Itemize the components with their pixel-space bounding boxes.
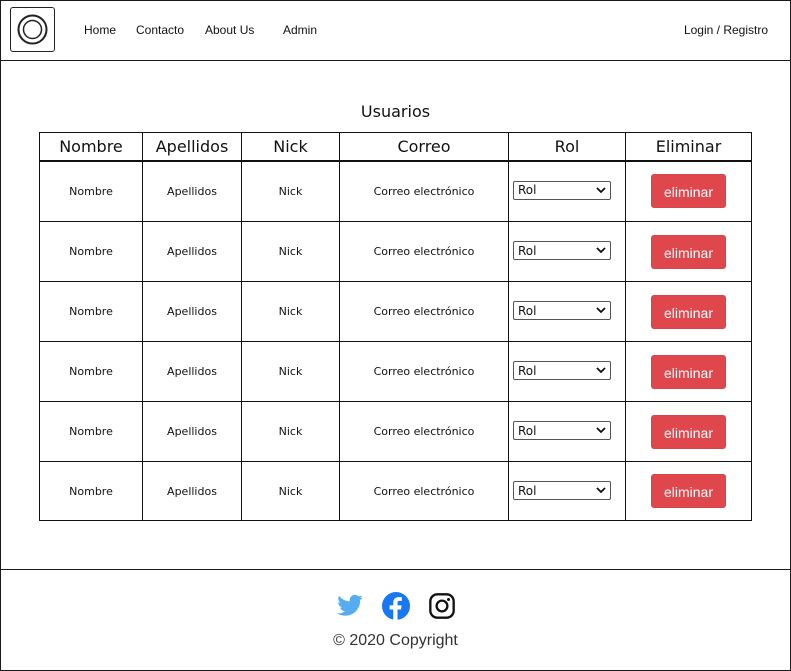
cell-eliminar: eliminar	[625, 281, 752, 342]
rol-select-value: Rol	[518, 303, 537, 318]
cell-rol: Rol	[508, 401, 626, 462]
cell-correo: Correo electrónico	[339, 341, 509, 402]
cell-correo: Correo electrónico	[339, 401, 509, 462]
column-header-eliminar: Eliminar	[625, 132, 752, 162]
copyright-text: © 2020 Copyright	[333, 632, 458, 649]
rol-select[interactable]: Rol	[513, 241, 611, 260]
table-row: Nombre Apellidos Nick Correo electrónico Rol…	[39, 401, 752, 462]
table-row: Nombre Apellidos Nick Correo electrónico Rol…	[39, 281, 752, 342]
navbar: Home Contacto About Us Admin Login / Reg…	[0, 0, 791, 61]
nav-home[interactable]: Home	[84, 23, 116, 37]
cell-rol: Rol	[508, 461, 626, 521]
cell-nombre: Nombre	[39, 401, 143, 462]
nav-about-us[interactable]: About Us	[205, 23, 254, 37]
cell-apellidos: Apellidos	[142, 160, 242, 222]
camera-lens-icon[interactable]	[10, 7, 55, 52]
delete-button[interactable]: eliminar	[651, 354, 726, 389]
rol-select-value: Rol	[518, 483, 537, 498]
cell-rol: Rol	[508, 160, 626, 222]
cell-correo: Correo electrónico	[339, 461, 509, 521]
cell-rol: Rol	[508, 221, 626, 282]
rol-select[interactable]: Rol	[513, 361, 611, 380]
cell-nombre: Nombre	[39, 341, 143, 402]
cell-apellidos: Apellidos	[142, 221, 242, 282]
chevron-down-icon	[596, 487, 606, 494]
twitter-icon[interactable]	[336, 592, 364, 620]
page-title: Usuarios	[360, 102, 431, 121]
cell-eliminar: eliminar	[625, 341, 752, 402]
cell-nick: Nick	[241, 401, 340, 462]
cell-apellidos: Apellidos	[142, 281, 242, 342]
chevron-down-icon	[596, 247, 606, 254]
cell-eliminar: eliminar	[625, 160, 752, 222]
column-header-rol: Rol	[508, 132, 626, 162]
users-table: Nombre Apellidos Nick Correo Rol Elimina…	[39, 132, 752, 521]
cell-nombre: Nombre	[39, 461, 143, 521]
cell-apellidos: Apellidos	[142, 461, 242, 521]
cell-nombre: Nombre	[39, 160, 143, 222]
delete-button[interactable]: eliminar	[651, 474, 726, 508]
login-register-link[interactable]: Login / Registro	[684, 23, 768, 37]
chevron-down-icon	[596, 307, 606, 314]
table-row: Nombre Apellidos Nick Correo electrónico Rol…	[39, 221, 752, 282]
rol-select-value: Rol	[518, 363, 537, 378]
cell-apellidos: Apellidos	[142, 341, 242, 402]
footer: © 2020 Copyright	[0, 569, 791, 671]
cell-nick: Nick	[241, 341, 340, 402]
cell-nick: Nick	[241, 160, 340, 222]
rol-select-value: Rol	[518, 243, 537, 258]
column-header-apellidos: Apellidos	[142, 132, 242, 162]
cell-rol: Rol	[508, 341, 626, 402]
rol-select-value: Rol	[518, 423, 537, 438]
cell-correo: Correo electrónico	[339, 221, 509, 282]
table-row: Nombre Apellidos Nick Correo electrónico Rol…	[39, 461, 752, 521]
column-header-nombre: Nombre	[39, 132, 143, 162]
column-header-nick: Nick	[241, 132, 340, 162]
cell-nick: Nick	[241, 281, 340, 342]
cell-nick: Nick	[241, 221, 340, 282]
instagram-icon[interactable]	[428, 592, 456, 620]
cell-nombre: Nombre	[39, 281, 143, 342]
cell-nombre: Nombre	[39, 221, 143, 282]
delete-button[interactable]: eliminar	[651, 414, 726, 449]
rol-select-value: Rol	[518, 183, 537, 197]
rol-select[interactable]: Rol	[513, 180, 611, 200]
cell-eliminar: eliminar	[625, 461, 752, 521]
chevron-down-icon	[596, 186, 606, 193]
delete-button[interactable]: eliminar	[651, 174, 726, 209]
delete-button[interactable]: eliminar	[651, 294, 726, 329]
rol-select[interactable]: Rol	[513, 421, 611, 440]
cell-apellidos: Apellidos	[142, 401, 242, 462]
cell-rol: Rol	[508, 281, 626, 342]
table-row: Nombre Apellidos Nick Correo electrónico Rol…	[39, 160, 752, 222]
cell-correo: Correo electrónico	[339, 160, 509, 222]
nav-contacto[interactable]: Contacto	[136, 23, 184, 37]
rol-select[interactable]: Rol	[513, 301, 611, 320]
chevron-down-icon	[596, 367, 606, 374]
column-header-correo: Correo	[339, 132, 509, 162]
nav-admin[interactable]: Admin	[283, 23, 317, 37]
chevron-down-icon	[596, 427, 606, 434]
rol-select[interactable]: Rol	[513, 481, 611, 500]
cell-nick: Nick	[241, 461, 340, 521]
table-row: Nombre Apellidos Nick Correo electrónico Rol…	[39, 341, 752, 402]
facebook-icon[interactable]	[381, 592, 410, 620]
social-links	[0, 592, 791, 620]
cell-eliminar: eliminar	[625, 401, 752, 462]
table-header-row: Nombre Apellidos Nick Correo Rol Elimina…	[39, 132, 752, 162]
delete-button[interactable]: eliminar	[651, 234, 726, 269]
cell-correo: Correo electrónico	[339, 281, 509, 342]
cell-eliminar: eliminar	[625, 221, 752, 282]
